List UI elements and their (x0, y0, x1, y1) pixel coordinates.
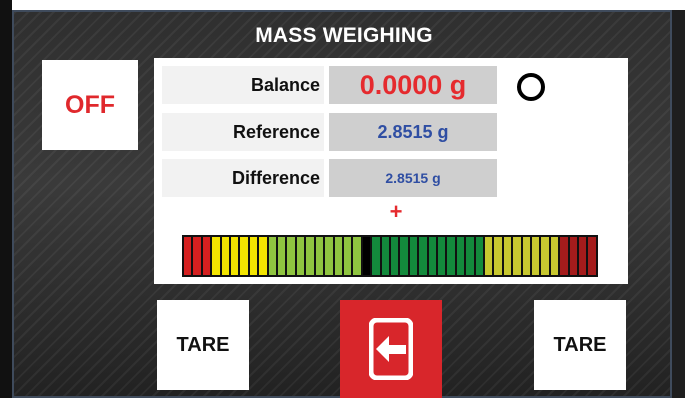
bar-segment (588, 237, 596, 275)
bar-segment (193, 237, 201, 275)
bar-segment (560, 237, 568, 275)
bar-segment (541, 237, 549, 275)
bar-segment (579, 237, 587, 275)
reference-label: Reference (162, 113, 324, 151)
bar-segment (569, 237, 578, 275)
bar-segment (372, 237, 380, 275)
bar-segment (513, 237, 521, 275)
bar-segment (240, 237, 248, 275)
screen-left-edge (0, 0, 12, 398)
difference-label: Difference (162, 159, 324, 197)
readings-panel: Balance 0.0000 g Reference 2.8515 g Diff… (154, 58, 628, 284)
bar-segment (315, 237, 324, 275)
weighing-screen: MASS WEIGHING OFF Balance 0.0000 g Refer… (0, 0, 685, 398)
bar-segment (522, 237, 531, 275)
deviation-sign: + (389, 199, 403, 224)
bar-segment (409, 237, 418, 275)
balance-value: 0.0000 g (329, 66, 497, 104)
bar-segment (343, 237, 352, 275)
bar-segment (494, 237, 502, 275)
exit-arrow-icon (369, 318, 413, 380)
bar-segment (221, 237, 230, 275)
bar-segment (437, 237, 446, 275)
circle-outline-icon (517, 73, 545, 101)
bar-segment (447, 237, 455, 275)
deviation-bar-graph (182, 235, 598, 277)
bar-segment (428, 237, 436, 275)
bar-segment (400, 237, 408, 275)
tare-right-button[interactable]: TARE (534, 300, 626, 390)
bar-segment (475, 237, 483, 275)
bar-segment (466, 237, 474, 275)
exit-button[interactable] (340, 300, 442, 398)
bar-segment (550, 237, 559, 275)
bar-segment (249, 237, 258, 275)
bar-segment (362, 237, 371, 275)
bar-segment (485, 237, 493, 275)
screen-top-edge (0, 0, 685, 10)
bar-segment (212, 237, 220, 275)
main-panel: MASS WEIGHING OFF Balance 0.0000 g Refer… (12, 10, 672, 398)
bar-segment (202, 237, 211, 275)
off-button[interactable]: OFF (42, 60, 138, 150)
reference-value: 2.8515 g (329, 113, 497, 151)
bar-segment (390, 237, 399, 275)
bar-segment (287, 237, 295, 275)
bar-segment (268, 237, 277, 275)
bar-segment (353, 237, 361, 275)
bar-segment (456, 237, 465, 275)
bar-segment (532, 237, 540, 275)
bar-segment (259, 237, 267, 275)
bar-segment (278, 237, 286, 275)
tare-left-button[interactable]: TARE (157, 300, 249, 390)
bar-segment (231, 237, 239, 275)
bar-segment (296, 237, 305, 275)
bar-segment (503, 237, 512, 275)
bar-segment (306, 237, 314, 275)
bar-segment (381, 237, 389, 275)
bar-segment (334, 237, 342, 275)
bar-segment (325, 237, 333, 275)
page-title: MASS WEIGHING (255, 24, 433, 47)
bar-segment (184, 237, 192, 275)
difference-value: 2.8515 g (329, 159, 497, 197)
bar-segment (419, 237, 427, 275)
balance-label: Balance (162, 66, 324, 104)
